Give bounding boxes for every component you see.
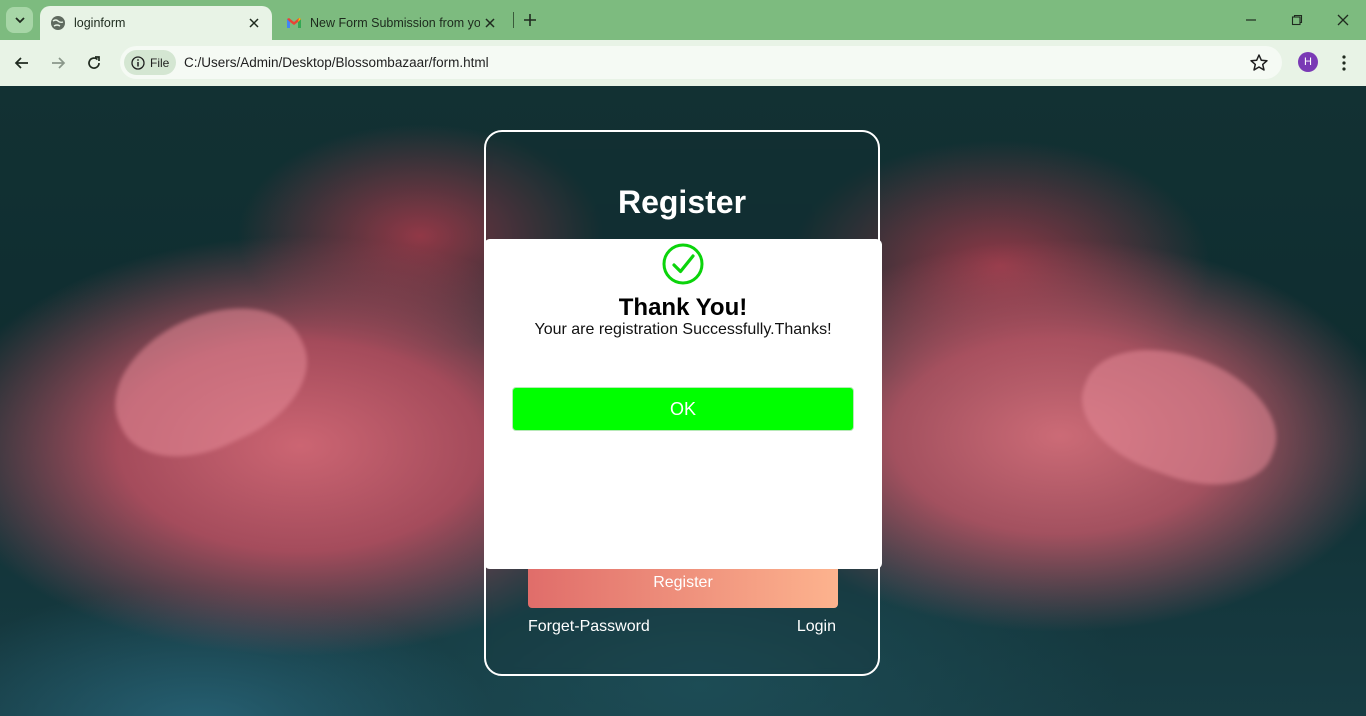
- profile-avatar[interactable]: H: [1298, 52, 1318, 72]
- close-tab-icon[interactable]: [480, 13, 500, 33]
- restore-icon: [1291, 14, 1303, 26]
- gmail-icon: [287, 18, 301, 28]
- arrow-left-icon: [14, 57, 28, 69]
- close-tab-icon[interactable]: [244, 13, 264, 33]
- plus-icon: [524, 14, 536, 26]
- browser-menu-button[interactable]: [1334, 52, 1354, 74]
- address-bar[interactable]: File C:/Users/Admin/Desktop/Blossombazaa…: [120, 46, 1282, 79]
- forget-password-link[interactable]: Forget-Password: [528, 618, 650, 636]
- reload-icon: [88, 56, 100, 69]
- dialog-message: Your are registration Successfully.Thank…: [534, 321, 832, 338]
- close-icon: [1337, 14, 1349, 26]
- close-window-button[interactable]: [1331, 8, 1355, 32]
- site-info-label: File: [150, 55, 170, 70]
- minimize-button[interactable]: [1239, 8, 1263, 32]
- login-link[interactable]: Login: [797, 618, 836, 636]
- site-info-chip[interactable]: File: [124, 50, 176, 75]
- new-tab-button[interactable]: [520, 10, 540, 30]
- tab-loginform[interactable]: loginform: [40, 6, 272, 40]
- dialog-title: Thank You!: [618, 294, 748, 321]
- ok-button[interactable]: OK: [512, 387, 854, 431]
- restore-button[interactable]: [1285, 8, 1309, 32]
- reload-button[interactable]: [82, 51, 106, 75]
- chevron-down-icon: [14, 17, 25, 24]
- bookmark-star-icon[interactable]: [1249, 53, 1269, 73]
- tab-title: New Form Submission from you: [310, 16, 480, 30]
- url-text[interactable]: C:/Users/Admin/Desktop/Blossombazaar/for…: [184, 55, 489, 70]
- minimize-icon: [1246, 19, 1256, 21]
- page-background: Register Register Forget-Password Login …: [0, 86, 1366, 716]
- register-title: Register: [617, 184, 747, 220]
- more-vert-icon: [1342, 55, 1346, 71]
- tab-gmail[interactable]: New Form Submission from you: [280, 6, 508, 40]
- browser-toolbar: File C:/Users/Admin/Desktop/Blossombazaa…: [0, 40, 1366, 86]
- tab-search-button[interactable]: [6, 7, 33, 33]
- tab-divider: [513, 12, 514, 28]
- back-button[interactable]: [10, 51, 34, 75]
- globe-icon: [51, 16, 65, 30]
- arrow-right-icon: [52, 57, 66, 69]
- lotus-decoration: [1065, 325, 1295, 507]
- check-circle-icon: [662, 243, 704, 285]
- success-dialog: Thank You! Your are registration Success…: [484, 239, 882, 569]
- lotus-decoration: [91, 279, 329, 483]
- forward-button[interactable]: [46, 51, 70, 75]
- info-icon: [131, 55, 145, 70]
- tab-title: loginform: [74, 16, 126, 30]
- tab-strip: loginform New Form Submission from you: [0, 0, 1366, 40]
